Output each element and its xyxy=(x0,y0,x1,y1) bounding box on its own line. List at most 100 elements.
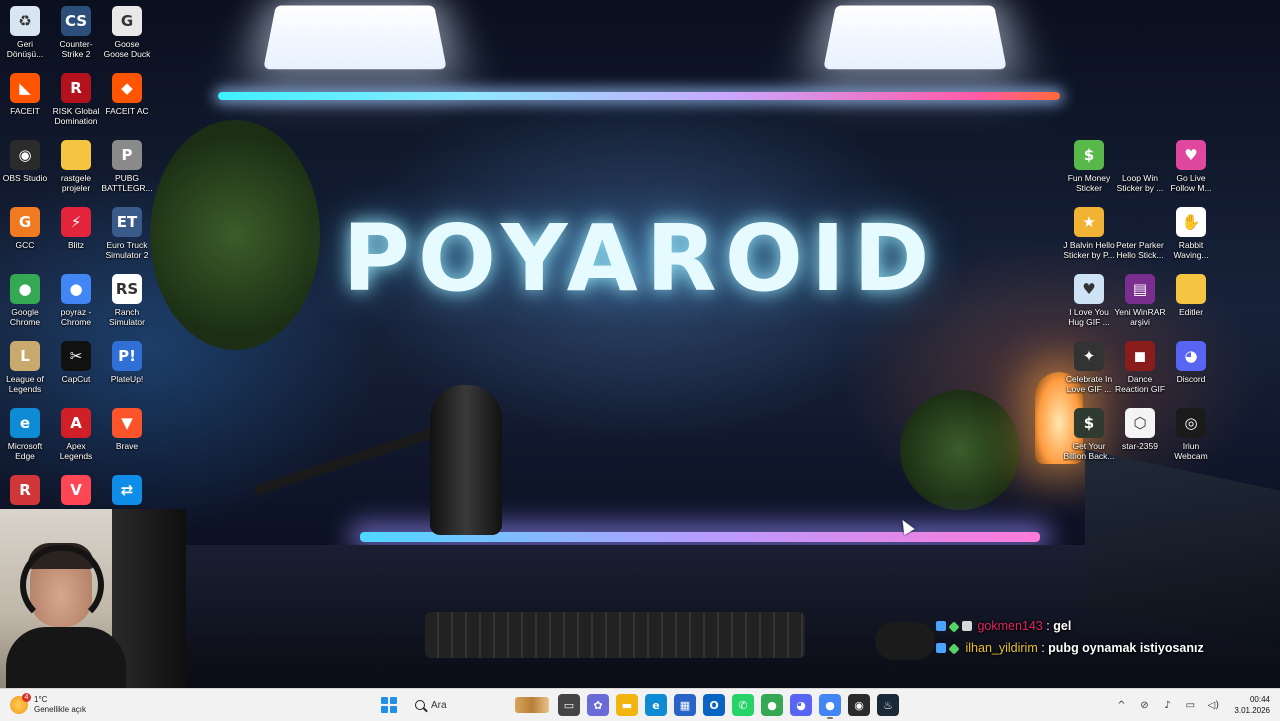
weather-temperature: 1°C xyxy=(34,695,48,704)
chat-message: gokmen143 : gel xyxy=(936,615,1266,637)
desktop-icon-label: Get Your Billion Back... xyxy=(1063,441,1115,461)
desktop-icon-label: Editler xyxy=(1178,307,1204,317)
desktop-icon[interactable]: L League of Legends xyxy=(0,341,51,394)
ms-store-icon[interactable]: ▦ xyxy=(674,694,696,716)
webcam-person-body xyxy=(6,627,126,688)
desktop-icon[interactable]: $ Get Your Billion Back... xyxy=(1063,408,1115,461)
desktop-icon-label: Discord xyxy=(1176,374,1206,384)
file-explorer-icon[interactable]: ▬ xyxy=(616,694,638,716)
league-icon: L xyxy=(10,341,40,371)
desktop-icon[interactable]: ◣ FACEIT xyxy=(0,73,51,116)
ranch-simulator-icon: RS xyxy=(112,274,142,304)
desktop-icon[interactable]: ✋ Rabbit Waving... xyxy=(1165,207,1217,260)
desktop-icon[interactable]: Editler xyxy=(1165,274,1217,317)
desktop-icon[interactable]: P! PlateUp! xyxy=(101,341,153,384)
desktop-icon[interactable]: G Goose Goose Duck xyxy=(101,6,153,59)
desktop-icon[interactable]: ▤ Yeni WinRAR arşivi xyxy=(1114,274,1166,327)
gif-icon: ✦ xyxy=(1074,341,1104,371)
desktop-icon[interactable]: ♥ I Love You Hug GIF ... xyxy=(1063,274,1115,327)
sticker-icon: $ xyxy=(1074,140,1104,170)
desktop-icon[interactable]: ◼ Dance Reaction GIF xyxy=(1114,341,1166,394)
chrome-profile-taskbar-icon[interactable]: ● xyxy=(819,694,841,719)
network-off-icon[interactable]: ⊘ xyxy=(1138,699,1150,711)
desktop-icon-label: Goose Goose Duck xyxy=(103,39,151,59)
desktop-icon[interactable]: ⚡ Blitz xyxy=(50,207,102,250)
discord-taskbar-icon[interactable]: ◕ xyxy=(790,694,812,716)
edge-taskbar-icon[interactable]: e xyxy=(645,694,667,716)
search-placeholder: Ara xyxy=(431,699,447,711)
microphone-icon[interactable]: ♪ xyxy=(1161,699,1173,711)
desktop-icon[interactable]: ✦ Celebrate In Love GIF ... xyxy=(1063,341,1115,394)
desktop-icon[interactable]: CS Counter-Strike 2 xyxy=(50,6,102,59)
desktop-icon[interactable]: ▼ Brave xyxy=(101,408,153,451)
desktop-icon[interactable]: rastgele projeler xyxy=(50,140,102,193)
desktop-icon-label: I Love You Hug GIF ... xyxy=(1068,307,1110,327)
desktop-icon-label: RISK Global Domination xyxy=(52,106,100,126)
desktop-icon[interactable]: Peter Parker Hello Stick... xyxy=(1114,207,1166,260)
chat-badge-icon xyxy=(948,621,960,633)
weather-widget[interactable]: 4 1°C Genellikle açık xyxy=(10,693,86,717)
steam-icon[interactable]: ♨ xyxy=(877,694,899,716)
desktop-icon[interactable]: ★ J Balvin Hello Sticker by P... xyxy=(1063,207,1115,260)
obs-studio-icon: ◉ xyxy=(10,140,40,170)
weather-text: 1°C Genellikle açık xyxy=(34,695,86,715)
desktop-icon-label: Euro Truck Simulator 2 xyxy=(105,240,149,260)
desktop-icon[interactable]: ◉ OBS Studio xyxy=(0,140,51,183)
desktop-icon-label: Blitz xyxy=(67,240,85,250)
desktop-icon[interactable]: ◎ Iriun Webcam xyxy=(1165,408,1217,461)
desktop-icon[interactable]: R RISK Global Domination xyxy=(50,73,102,126)
desktop-icon[interactable]: P PUBG BATTLEGR... xyxy=(101,140,153,193)
desktop-icon[interactable]: RS Ranch Simulator xyxy=(101,274,153,327)
taskbar-search[interactable]: Ara xyxy=(409,693,549,717)
faceit-ac-icon: ◆ xyxy=(112,73,142,103)
desktop-icon-label: Yeni WinRAR arşivi xyxy=(1114,307,1166,327)
desktop-icon[interactable]: ● Google Chrome xyxy=(0,274,51,327)
desktop-icon-label: League of Legends xyxy=(6,374,44,394)
volume-icon[interactable]: ◁) xyxy=(1207,699,1220,711)
desktop-icon[interactable]: ET Euro Truck Simulator 2 xyxy=(101,207,153,260)
clock[interactable]: 00:44 3.01.2026 xyxy=(1234,694,1270,716)
chevron-up-icon[interactable]: ^ xyxy=(1115,699,1127,711)
chat-badge-icon xyxy=(936,643,946,653)
sun-icon: 4 xyxy=(10,693,31,714)
chrome-taskbar-icon[interactable]: ● xyxy=(761,694,783,716)
windows-logo-icon xyxy=(381,697,397,713)
task-view-icon[interactable]: ▭ xyxy=(558,694,580,716)
weather-description: Genellikle açık xyxy=(34,705,87,714)
display-icon[interactable]: ▭ xyxy=(1184,699,1196,711)
desktop-icon[interactable]: ♻ Geri Dönüşü... xyxy=(0,6,51,59)
start-button[interactable] xyxy=(378,694,400,716)
desktop-icon[interactable]: Loop Win Sticker by ... xyxy=(1114,140,1166,193)
sticker-icon xyxy=(1125,140,1155,170)
desktop-icon[interactable]: ♥ Go Live Follow M... xyxy=(1165,140,1217,193)
sticker-icon xyxy=(1125,207,1155,237)
desktop-icon-label: GCC xyxy=(15,240,35,250)
whatsapp-icon[interactable]: ✆ xyxy=(732,694,754,716)
goose-goose-duck-icon: G xyxy=(112,6,142,36)
sticker-icon: ✋ xyxy=(1176,207,1206,237)
desktop-icon-label: PUBG BATTLEGR... xyxy=(101,173,153,193)
desktop-icon-label: Rabbit Waving... xyxy=(1173,240,1209,260)
desktop-icon[interactable]: ◕ Discord xyxy=(1165,341,1217,384)
euro-truck-icon: ET xyxy=(112,207,142,237)
neon-light-bar xyxy=(218,92,1060,100)
desktop-icon[interactable]: ⬡ star-2359 xyxy=(1114,408,1166,451)
desktop-icon[interactable]: e Microsoft Edge xyxy=(0,408,51,461)
taskbar: 4 1°C Genellikle açık Ara ▭ ✿ ▬ e ▦ O ✆ ● ◕ ● ◉ ♨ ^… xyxy=(0,688,1280,721)
desktop-icon-label: CapCut xyxy=(61,374,91,384)
edge-icon: e xyxy=(10,408,40,438)
outlook-icon[interactable]: O xyxy=(703,694,725,716)
desktop-icon[interactable]: ● poyraz - Chrome xyxy=(50,274,102,327)
chat-separator: : xyxy=(1042,619,1054,633)
obs-taskbar-icon[interactable]: ◉ xyxy=(848,694,870,716)
desktop-icon[interactable]: ◆ FACEIT AC xyxy=(101,73,153,116)
desktop-icon[interactable]: G GCC xyxy=(0,207,51,250)
desktop-icon[interactable]: $ Fun Money Sticker xyxy=(1063,140,1115,193)
blitz-icon: ⚡ xyxy=(61,207,91,237)
copilot-icon[interactable]: ✿ xyxy=(587,694,609,716)
desktop-icon-label: OBS Studio xyxy=(2,173,48,183)
desktop-icon-label: Counter-Strike 2 xyxy=(59,39,93,59)
desktop-icon[interactable]: ✂ CapCut xyxy=(50,341,102,384)
desktop-icon[interactable]: A Apex Legends xyxy=(50,408,102,461)
recycle-bin-icon: ♻ xyxy=(10,6,40,36)
